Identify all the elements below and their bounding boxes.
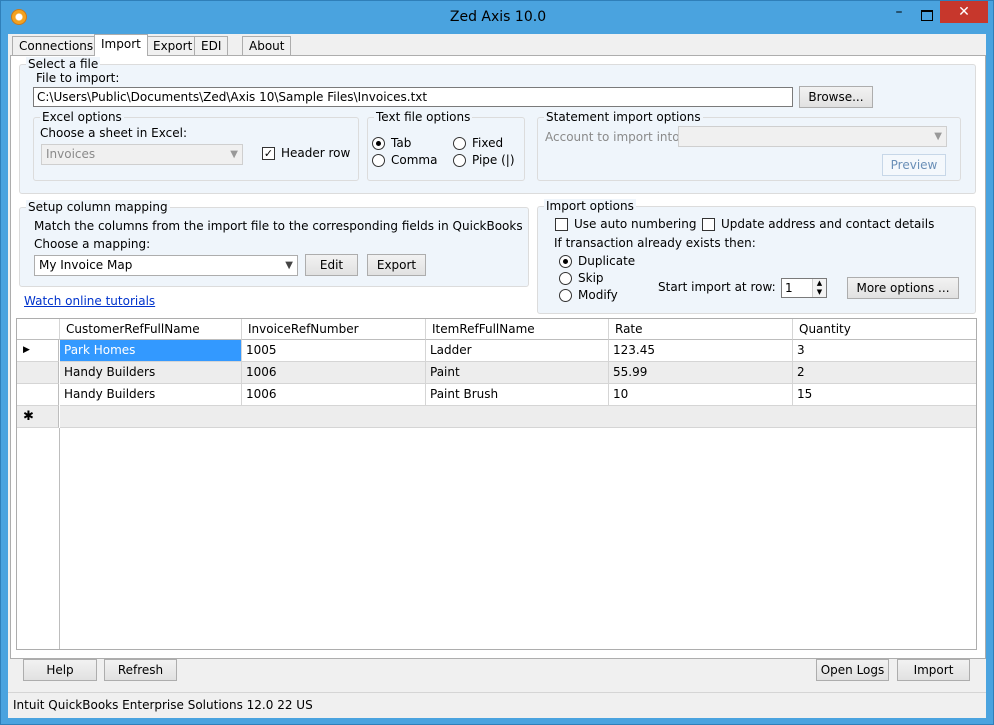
start-row-value: 1 bbox=[785, 281, 793, 295]
column-mapping-title: Setup column mapping bbox=[26, 200, 170, 214]
radio-pipe-label: Pipe (|) bbox=[472, 153, 515, 167]
new-row-area[interactable] bbox=[60, 406, 976, 428]
radio-skip-label: Skip bbox=[578, 271, 604, 285]
column-header-item[interactable]: ItemRefFullName bbox=[426, 319, 609, 340]
radio-comma[interactable] bbox=[372, 154, 385, 167]
file-path-input[interactable]: C:\Users\Public\Documents\Zed\Axis 10\Sa… bbox=[33, 87, 793, 107]
grid-corner-header bbox=[17, 319, 60, 340]
radio-tab[interactable] bbox=[372, 137, 385, 150]
table-cell[interactable]: 10 bbox=[609, 384, 793, 406]
select-file-group-title: Select a file bbox=[26, 57, 101, 71]
table-cell[interactable]: 1005 bbox=[242, 340, 426, 362]
radio-fixed-label: Fixed bbox=[472, 136, 504, 150]
open-logs-button[interactable]: Open Logs bbox=[816, 659, 889, 681]
sheet-dropdown[interactable]: Invoices ▼ bbox=[41, 144, 243, 165]
update-address-label: Update address and contact details bbox=[721, 217, 935, 231]
table-cell[interactable]: Paint bbox=[426, 362, 609, 384]
chevron-down-icon: ▼ bbox=[230, 149, 238, 160]
excel-options-title: Excel options bbox=[40, 110, 124, 124]
account-label: Account to import into bbox=[545, 130, 680, 144]
account-dropdown[interactable]: ▼ bbox=[678, 126, 947, 147]
statement-options-title: Statement import options bbox=[544, 110, 703, 124]
file-to-import-label: File to import: bbox=[36, 71, 120, 85]
choose-sheet-label: Choose a sheet in Excel: bbox=[40, 126, 188, 140]
watch-tutorials-link[interactable]: Watch online tutorials bbox=[24, 294, 155, 308]
radio-comma-label: Comma bbox=[391, 153, 438, 167]
auto-numbering-label: Use auto numbering bbox=[574, 217, 697, 231]
row-header-current[interactable]: ▶ bbox=[17, 340, 59, 362]
chevron-down-icon: ▼ bbox=[285, 260, 293, 271]
window-title: Zed Axis 10.0 bbox=[449, 9, 547, 25]
radio-skip[interactable] bbox=[559, 272, 572, 285]
table-cell[interactable]: Handy Builders bbox=[60, 384, 242, 406]
table-cell[interactable]: 1006 bbox=[242, 362, 426, 384]
table-cell[interactable]: Paint Brush bbox=[426, 384, 609, 406]
browse-button[interactable]: Browse... bbox=[799, 86, 873, 108]
radio-duplicate[interactable] bbox=[559, 255, 572, 268]
tab-connections[interactable]: Connections bbox=[12, 36, 101, 55]
maximize-button[interactable] bbox=[913, 5, 939, 25]
radio-duplicate-label: Duplicate bbox=[578, 254, 636, 268]
exists-label: If transaction already exists then: bbox=[554, 236, 756, 250]
table-cell[interactable]: 15 bbox=[793, 384, 976, 406]
radio-modify-label: Modify bbox=[578, 288, 618, 302]
preview-button[interactable]: Preview bbox=[882, 154, 946, 176]
table-cell[interactable]: Handy Builders bbox=[60, 362, 242, 384]
column-header-invoice-number[interactable]: InvoiceRefNumber bbox=[242, 319, 426, 340]
table-cell[interactable]: 2 bbox=[793, 362, 976, 384]
tab-about[interactable]: About bbox=[242, 36, 292, 55]
row-header[interactable] bbox=[17, 384, 59, 406]
mapping-instructions: Match the columns from the import file t… bbox=[34, 219, 523, 233]
table-cell[interactable]: 3 bbox=[793, 340, 976, 362]
table-cell[interactable]: 1006 bbox=[242, 384, 426, 406]
import-data-grid[interactable]: CustomerRefFullName InvoiceRefNumber Ite… bbox=[16, 318, 977, 650]
export-mapping-button[interactable]: Export bbox=[367, 254, 426, 276]
row-header-divider bbox=[59, 428, 60, 649]
table-cell[interactable]: 123.45 bbox=[609, 340, 793, 362]
radio-pipe[interactable] bbox=[453, 154, 466, 167]
refresh-button[interactable]: Refresh bbox=[104, 659, 177, 681]
header-row-checkbox[interactable]: ✓ bbox=[262, 147, 275, 160]
auto-numbering-checkbox[interactable] bbox=[555, 218, 568, 231]
choose-mapping-label: Choose a mapping: bbox=[34, 237, 151, 251]
table-cell[interactable]: Park Homes bbox=[60, 340, 242, 362]
stepper-down-icon[interactable]: ▼ bbox=[813, 288, 826, 297]
table-cell[interactable]: Ladder bbox=[426, 340, 609, 362]
mapping-dropdown[interactable]: My Invoice Map ▼ bbox=[34, 255, 298, 276]
radio-modify[interactable] bbox=[559, 289, 572, 302]
import-button[interactable]: Import bbox=[897, 659, 970, 681]
mapping-dropdown-value: My Invoice Map bbox=[39, 258, 133, 272]
close-button[interactable]: ✕ bbox=[940, 1, 988, 23]
update-address-checkbox[interactable] bbox=[702, 218, 715, 231]
import-options-title: Import options bbox=[544, 199, 636, 213]
column-header-customer[interactable]: CustomerRefFullName bbox=[60, 319, 242, 340]
row-header-new[interactable]: ✱ bbox=[17, 406, 59, 428]
column-header-rate[interactable]: Rate bbox=[609, 319, 793, 340]
column-header-quantity[interactable]: Quantity bbox=[793, 319, 976, 340]
more-options-button[interactable]: More options ... bbox=[847, 277, 959, 299]
status-bar: Intuit QuickBooks Enterprise Solutions 1… bbox=[8, 692, 986, 718]
tab-edi[interactable]: EDI bbox=[194, 36, 229, 55]
row-header[interactable] bbox=[17, 362, 59, 384]
chevron-down-icon: ▼ bbox=[934, 131, 942, 142]
header-row-label: Header row bbox=[281, 146, 351, 160]
start-row-label: Start import at row: bbox=[658, 280, 776, 294]
stepper-arrows[interactable]: ▲ ▼ bbox=[812, 279, 826, 297]
edit-mapping-button[interactable]: Edit bbox=[305, 254, 358, 276]
tab-import[interactable]: Import bbox=[94, 34, 148, 56]
radio-fixed[interactable] bbox=[453, 137, 466, 150]
stepper-up-icon[interactable]: ▲ bbox=[813, 279, 826, 288]
minimize-button[interactable]: – bbox=[886, 5, 912, 25]
tab-export[interactable]: Export bbox=[146, 36, 200, 55]
help-button[interactable]: Help bbox=[23, 659, 97, 681]
text-file-options-title: Text file options bbox=[374, 110, 473, 124]
sheet-dropdown-value: Invoices bbox=[46, 147, 96, 161]
status-text: Intuit QuickBooks Enterprise Solutions 1… bbox=[13, 698, 313, 712]
radio-tab-label: Tab bbox=[391, 136, 412, 150]
title-bar[interactable]: Zed Axis 10.0 – ✕ bbox=[1, 1, 994, 35]
table-cell[interactable]: 55.99 bbox=[609, 362, 793, 384]
